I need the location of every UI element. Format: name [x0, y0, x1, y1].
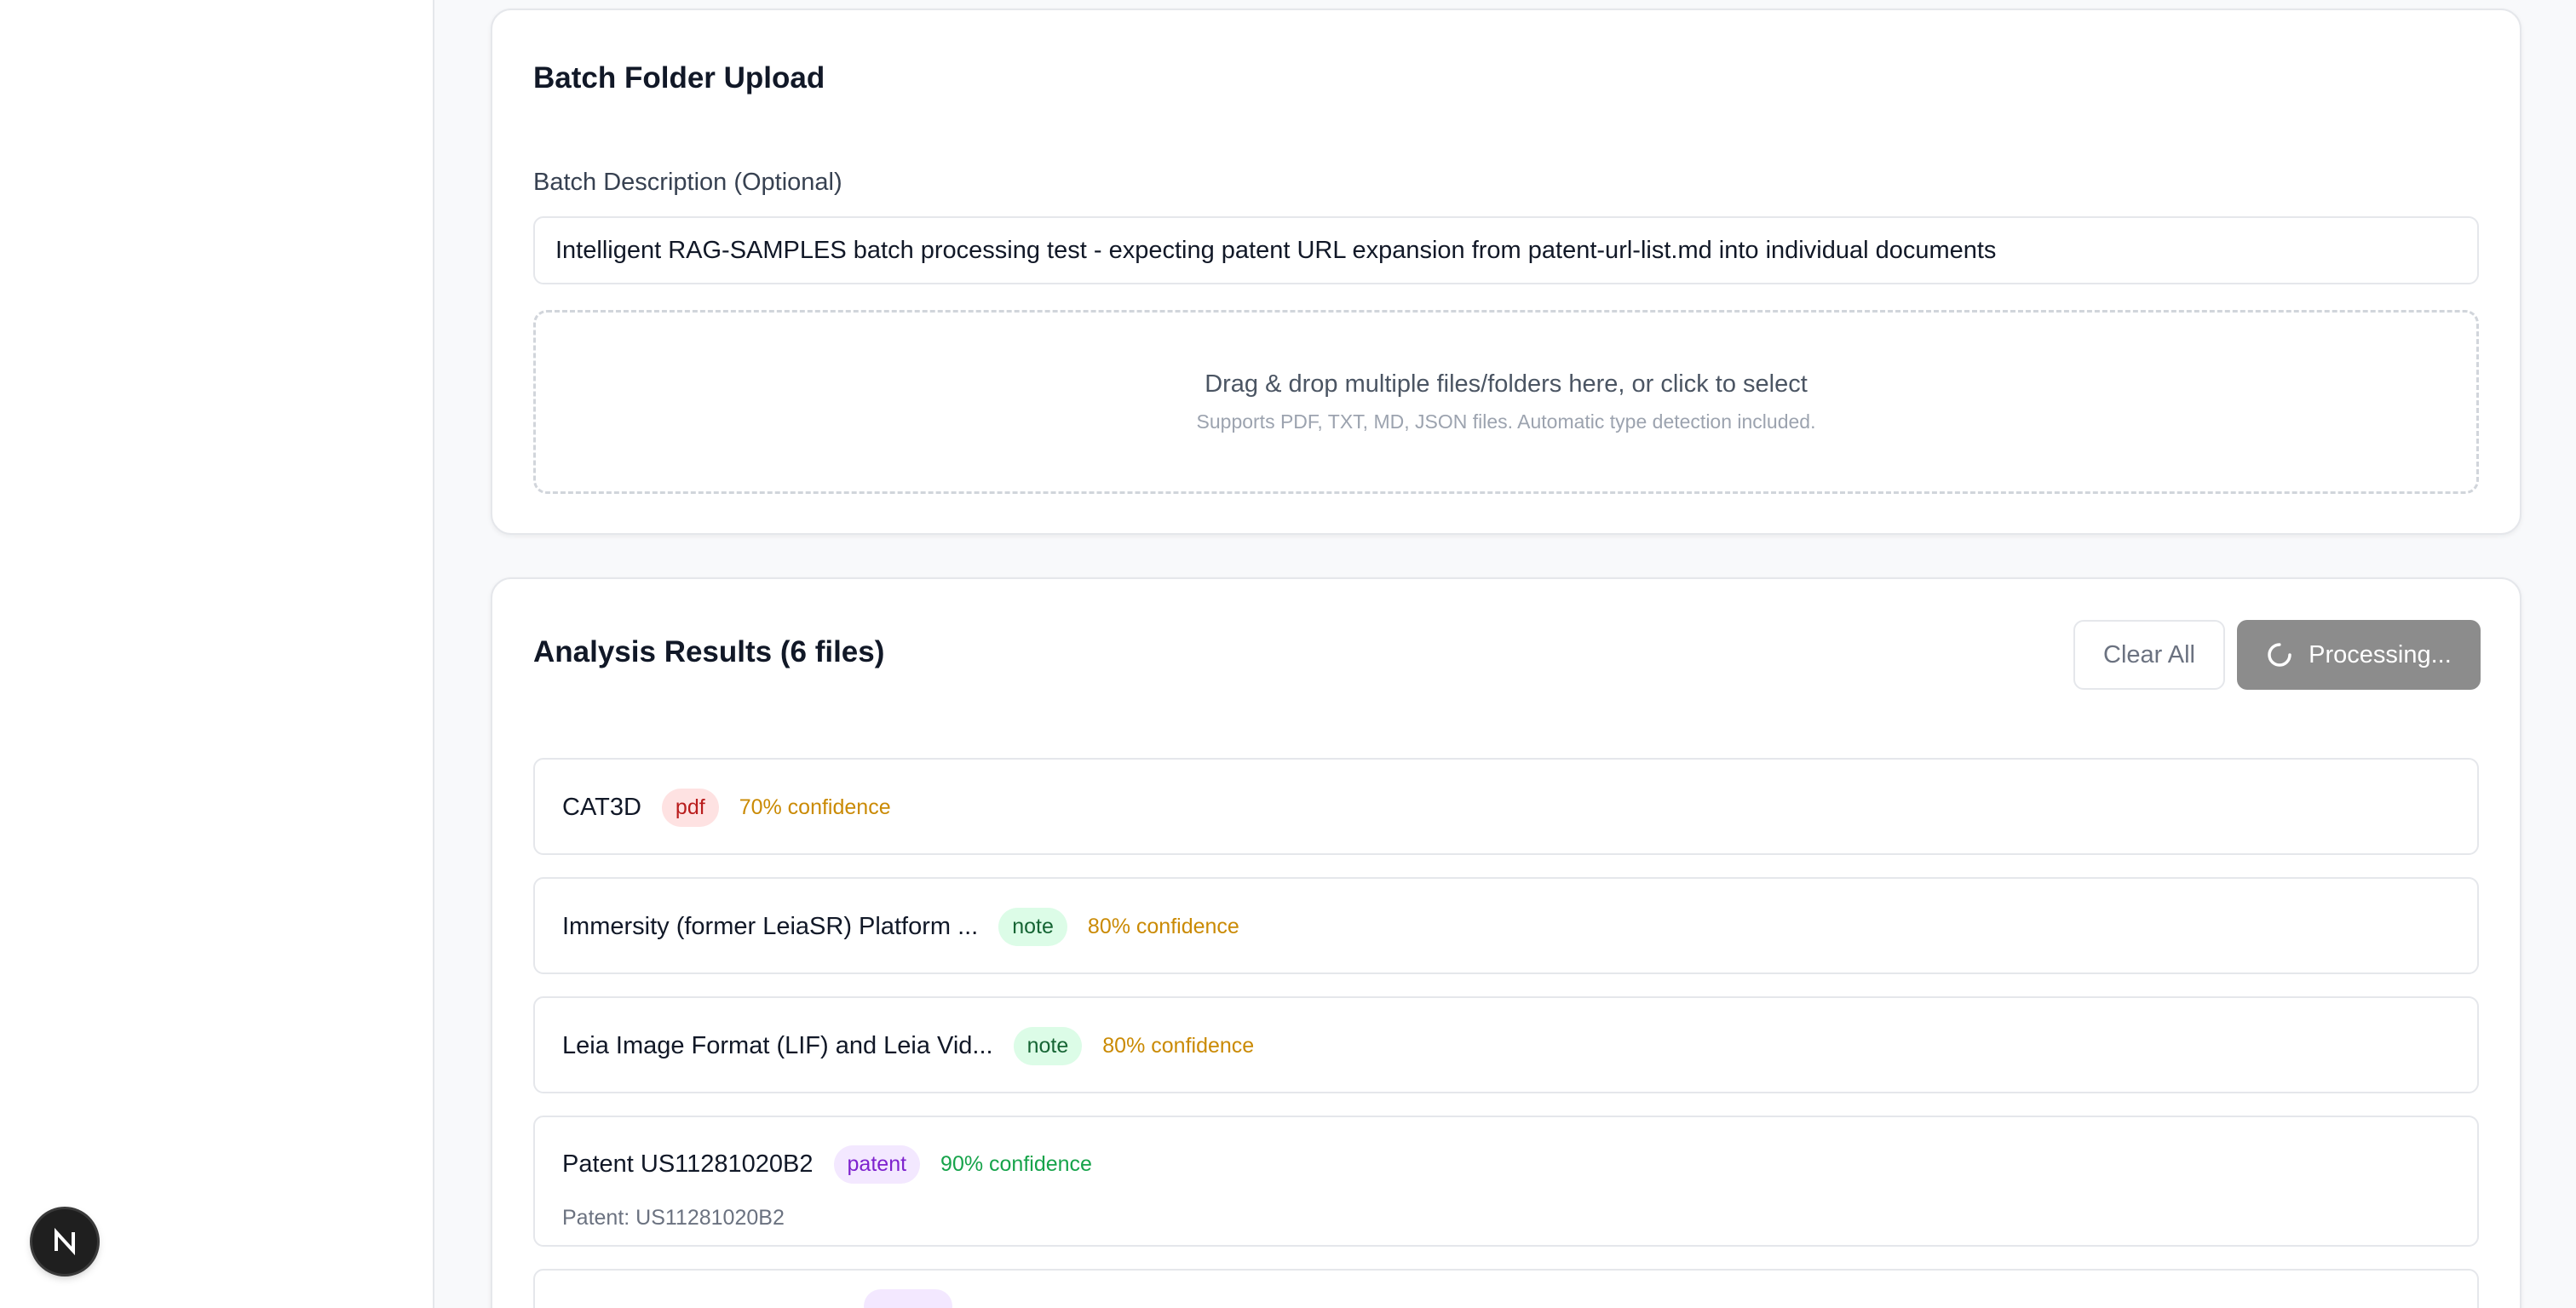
confidence-label: 80% confidence [1102, 1033, 1255, 1058]
file-type-badge: patent [864, 1289, 952, 1308]
clear-all-button[interactable]: Clear All [2073, 620, 2225, 690]
file-row[interactable]: Immersity (former LeiaSR) Platform ... n… [533, 877, 2479, 974]
file-type-badge: note [998, 907, 1067, 946]
dropzone-main-text: Drag & drop multiple files/folders here,… [1205, 370, 1808, 398]
processing-button[interactable]: Processing... [2237, 620, 2481, 690]
file-type-badge: pdf [661, 788, 719, 827]
file-row[interactable]: patent [533, 1269, 2479, 1308]
file-name: Leia Image Format (LIF) and Leia Vid... [562, 1031, 993, 1059]
analysis-results-title: Analysis Results (6 files) [533, 635, 885, 668]
file-type-badge: note [1013, 1026, 1083, 1065]
nextjs-logo-icon [55, 1227, 75, 1256]
sidebar [0, 0, 434, 1308]
batch-upload-card: Batch Folder Upload Batch Description (O… [491, 9, 2521, 535]
file-detail: Patent: US11281020B2 [562, 1206, 785, 1230]
file-row[interactable]: CAT3D pdf 70% confidence [533, 758, 2479, 855]
processing-label: Processing... [2309, 640, 2452, 668]
file-name: CAT3D [562, 793, 641, 821]
confidence-label: 80% confidence [1087, 914, 1239, 938]
confidence-label: 90% confidence [940, 1151, 1092, 1176]
loading-spinner-icon [2268, 643, 2291, 667]
confidence-label: 70% confidence [739, 795, 891, 819]
dropzone-supported-types: Supports PDF, TXT, MD, JSON files. Autom… [1196, 410, 1816, 433]
file-type-badge: patent [833, 1144, 921, 1184]
batch-description-label: Batch Description (Optional) [533, 169, 842, 196]
analysis-results-card: Analysis Results (6 files) Clear All Pro… [491, 577, 2521, 1308]
batch-upload-title: Batch Folder Upload [533, 61, 825, 95]
file-row[interactable]: Patent US11281020B2 patent 90% confidenc… [533, 1116, 2479, 1247]
nextjs-dev-indicator-button[interactable] [32, 1209, 97, 1274]
batch-description-input[interactable] [533, 216, 2479, 284]
file-name: Patent US11281020B2 [562, 1150, 814, 1178]
file-dropzone[interactable]: Drag & drop multiple files/folders here,… [533, 310, 2479, 494]
file-row[interactable]: Leia Image Format (LIF) and Leia Vid... … [533, 996, 2479, 1093]
file-name: Immersity (former LeiaSR) Platform ... [562, 912, 979, 940]
